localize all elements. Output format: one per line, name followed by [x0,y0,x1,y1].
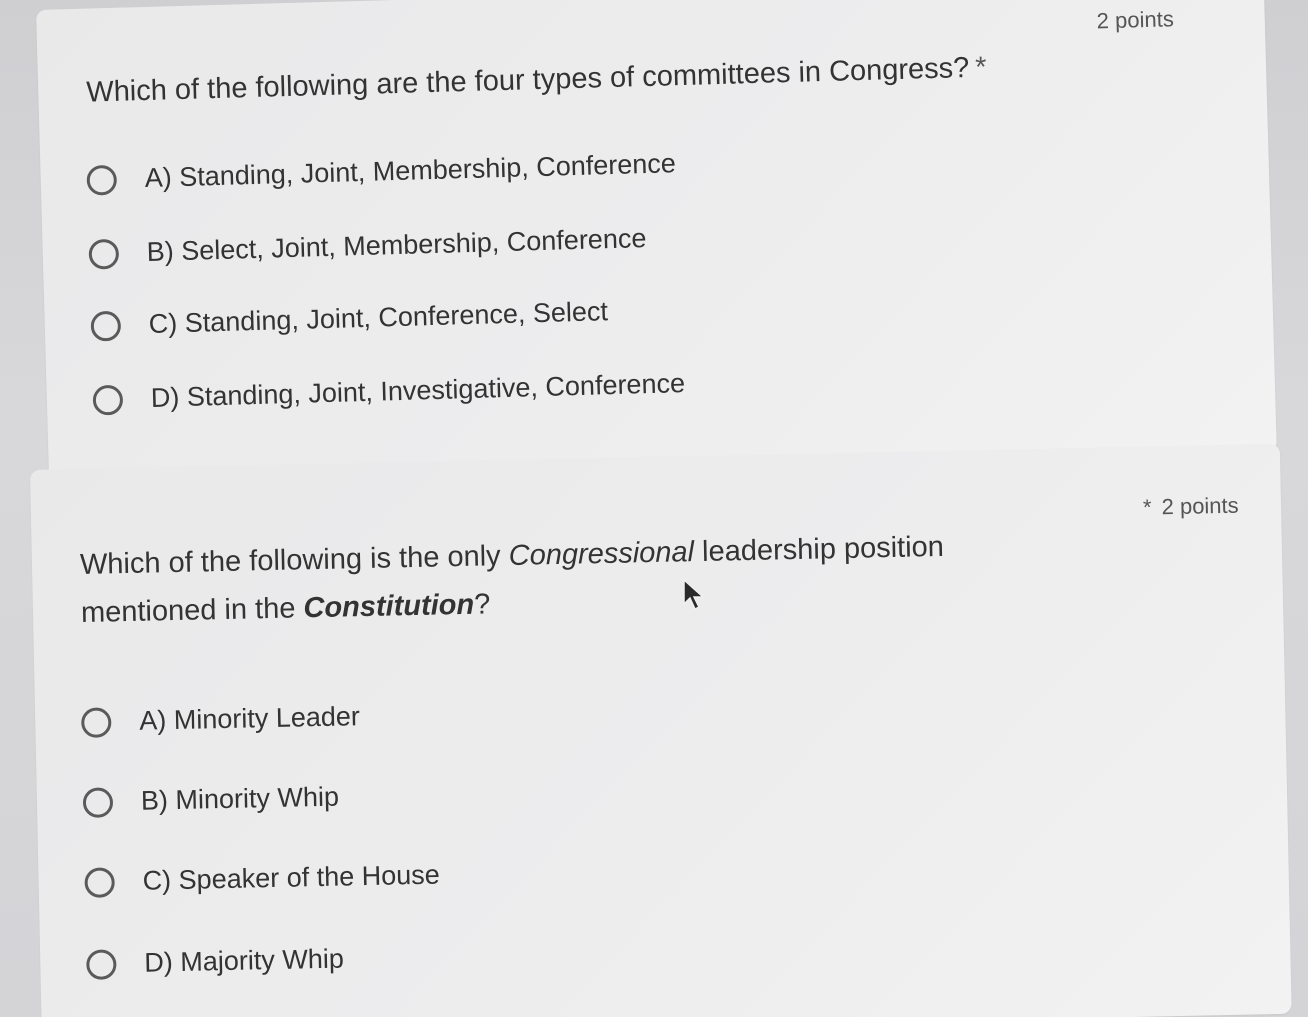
option-c[interactable]: C) Standing, Joint, Conference, Select [90,296,609,342]
required-asterisk: * [1142,494,1152,520]
question-card-1: Which of the following are the four type… [36,0,1277,486]
radio-button-icon[interactable] [88,238,120,270]
question-card-2: Which of the following is the only Congr… [30,443,1292,1017]
option-a[interactable]: A) Standing, Joint, Membership, Conferen… [86,148,677,196]
question-title: Which of the following is the only Congr… [79,520,1081,637]
option-label: C) Standing, Joint, Conference, Select [148,296,609,339]
required-asterisk: * [974,51,988,84]
option-b[interactable]: B) Select, Joint, Membership, Conference [88,223,647,270]
radio-button-icon[interactable] [90,310,122,342]
question-emphasis: Constitution [303,588,475,625]
radio-button-icon[interactable] [86,948,117,980]
question-emphasis: Congressional [508,536,695,572]
radio-button-icon[interactable] [84,866,115,898]
mouse-pointer-icon [683,578,705,611]
points-text: 2 points [1161,492,1239,520]
option-label: D) Majority Whip [144,943,345,978]
question-text: Which of the following are the four type… [85,51,970,109]
radio-button-icon[interactable] [86,164,118,196]
option-label: D) Standing, Joint, Investigative, Confe… [150,368,686,413]
option-label: B) Minority Whip [140,781,340,816]
radio-button-icon[interactable] [80,706,112,738]
option-label: A) Minority Leader [138,701,361,736]
option-label: B) Select, Joint, Membership, Conference [146,223,647,267]
option-d[interactable]: D) Majority Whip [86,944,344,980]
google-form-page: Which of the following are the four type… [0,0,1308,1017]
option-c[interactable]: C) Speaker of the House [84,860,440,898]
points-label: 2 points [1096,6,1175,34]
question-text: Which of the following is the only [79,539,510,581]
radio-button-icon[interactable] [92,384,124,416]
question-title: Which of the following are the four type… [86,42,1047,117]
question-text: ? [473,588,491,621]
option-label: C) Speaker of the House [142,859,441,896]
points-label: * 2 points [1143,493,1239,521]
option-a[interactable]: A) Minority Leader [80,701,361,738]
option-d[interactable]: D) Standing, Joint, Investigative, Confe… [92,368,685,416]
option-label: A) Standing, Joint, Membership, Conferen… [144,148,677,194]
option-b[interactable]: B) Minority Whip [82,781,340,818]
radio-button-icon[interactable] [82,786,114,818]
